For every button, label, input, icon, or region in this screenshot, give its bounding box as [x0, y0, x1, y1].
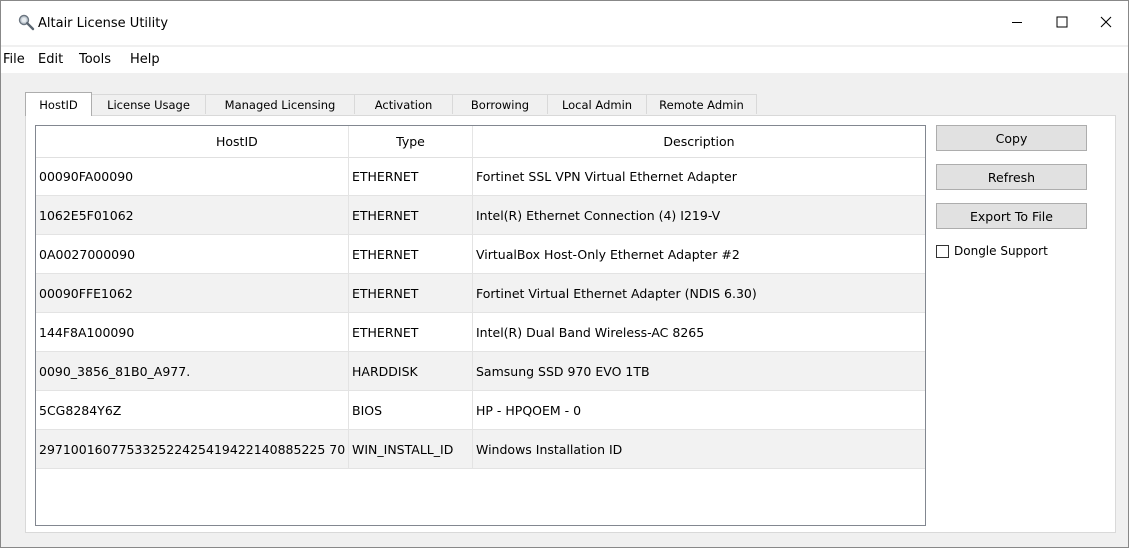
cell-hostid: 5CG8284Y6Z [36, 391, 349, 429]
menu-help[interactable]: Help [130, 52, 160, 67]
tab-hostid[interactable]: HostID [25, 92, 92, 116]
export-to-file-button[interactable]: Export To File [936, 203, 1087, 229]
table-row[interactable]: 0090_3856_81B0_A977. HARDDISK Samsung SSD … [36, 352, 925, 391]
cell-type: ETHERNET [349, 235, 473, 273]
table-row[interactable]: 00090FA00090 ETHERNET Fortinet SSL VPN Vir… [36, 157, 925, 196]
cell-hostid: 00090FA00090 [36, 157, 349, 195]
menu-tools[interactable]: Tools [79, 52, 111, 67]
cell-type: WIN_INSTALL_ID [349, 430, 473, 468]
cell-description: Fortinet Virtual Ethernet Adapter (NDIS … [476, 285, 757, 301]
app-window: Altair License Utility File Edit Tools H… [0, 0, 1129, 548]
close-icon [1100, 16, 1112, 31]
cell-description: Intel(R) Dual Band Wireless-AC 8265 [476, 324, 705, 340]
cell-hostid: 1062E5F01062 [36, 196, 349, 234]
minimize-button[interactable] [994, 1, 1039, 45]
maximize-button[interactable] [1039, 1, 1084, 45]
tab-license-usage[interactable]: License Usage [91, 94, 206, 114]
table-row[interactable]: 1062E5F01062 ETHERNET Intel(R) Ethernet Co… [36, 196, 925, 235]
cell-hostid: 144F8A100090 [36, 313, 349, 351]
tab-local-admin[interactable]: Local Admin [547, 94, 647, 114]
table-header: HostID Type Description [36, 126, 925, 158]
table-row[interactable]: 144F8A100090 ETHERNET Intel(R) Dual Band W… [36, 313, 925, 352]
hostid-panel: HostID Type Description 00090FA00090 ETHE… [25, 115, 1116, 533]
cell-description: HP - HPQOEM - 0 [476, 402, 582, 418]
minimize-icon [1011, 16, 1023, 31]
client-area: HostID License Usage Managed Licensing A… [1, 75, 1128, 547]
copy-button[interactable]: Copy [936, 125, 1087, 151]
cell-type: ETHERNET [349, 274, 473, 312]
cell-hostid: 00090FFE1062 [36, 274, 349, 312]
cell-hostid: 0A0027000090 [36, 235, 349, 273]
menu-file[interactable]: File [3, 52, 25, 67]
dongle-support-checkbox[interactable]: Dongle Support [936, 243, 1048, 259]
cell-description: Intel(R) Ethernet Connection (4) I219-V [476, 207, 721, 223]
cell-type: BIOS [349, 391, 473, 429]
hostid-table[interactable]: HostID Type Description 00090FA00090 ETHE… [35, 125, 926, 526]
close-button[interactable] [1083, 1, 1128, 45]
cell-type: HARDDISK [349, 352, 473, 390]
refresh-button[interactable]: Refresh [936, 164, 1087, 190]
cell-hostid: 0090_3856_81B0_A977. [36, 352, 349, 390]
dongle-support-label: Dongle Support [954, 244, 1048, 258]
cell-description: Samsung SSD 970 EVO 1TB [476, 363, 650, 379]
menu-edit[interactable]: Edit [38, 52, 63, 67]
tab-activation[interactable]: Activation [354, 94, 453, 114]
cell-type: ETHERNET [349, 196, 473, 234]
title-bar[interactable]: Altair License Utility [1, 1, 1128, 45]
cell-description: Fortinet SSL VPN Virtual Ethernet Adapte… [476, 168, 737, 184]
cell-hostid: 297100160775332522425419422140885225 70 [36, 430, 349, 468]
table-row[interactable]: 5CG8284Y6Z BIOS HP - HPQOEM - 0 [36, 391, 925, 430]
maximize-icon [1056, 16, 1068, 31]
cell-type: ETHERNET [349, 157, 473, 195]
magnifier-key-icon [17, 13, 35, 31]
tab-borrowing[interactable]: Borrowing [452, 94, 548, 114]
tab-managed-licensing[interactable]: Managed Licensing [205, 94, 355, 114]
cell-description: VirtualBox Host-Only Ethernet Adapter #2 [476, 246, 740, 262]
table-row[interactable]: 00090FFE1062 ETHERNET Fortinet Virtual Eth… [36, 274, 925, 313]
window-title: Altair License Utility [38, 16, 169, 31]
column-header-hostid[interactable]: HostID [36, 126, 349, 157]
column-header-description[interactable]: Description [473, 126, 925, 157]
cell-description: Windows Installation ID [476, 441, 623, 457]
column-header-type[interactable]: Type [349, 126, 473, 157]
cell-type: ETHERNET [349, 313, 473, 351]
table-row[interactable]: 0A0027000090 ETHERNET VirtualBox Host-Only… [36, 235, 925, 274]
checkbox-box[interactable] [936, 244, 949, 258]
menu-bar: File Edit Tools Help [1, 47, 1128, 73]
table-row[interactable]: 297100160775332522425419422140885225 70 W… [36, 430, 925, 469]
tab-remote-admin[interactable]: Remote Admin [646, 94, 757, 114]
